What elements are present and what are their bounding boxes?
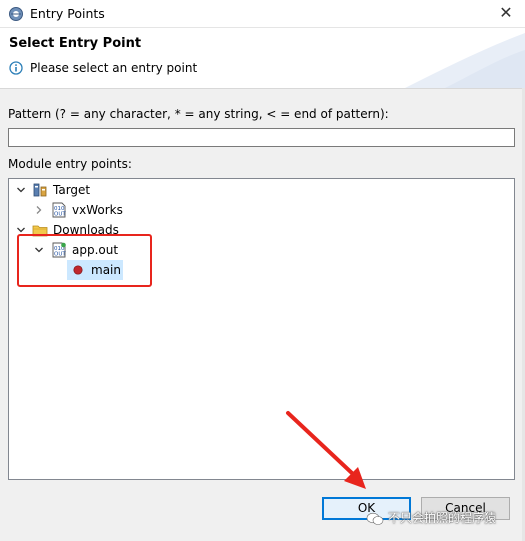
dialog-message: Please select an entry point: [30, 61, 198, 75]
annotation-arrow: [286, 411, 366, 489]
target-icon: [33, 183, 47, 197]
tree-item-label: vxWorks: [72, 203, 123, 217]
pattern-input[interactable]: [8, 128, 515, 147]
watermark: 不只会拍照的程序猿: [366, 509, 496, 527]
module-entry-points-label: Module entry points:: [8, 157, 132, 171]
window-titlebar: Entry Points ✕: [0, 0, 525, 28]
tree-item-label: Target: [53, 183, 91, 197]
tree-item-vxworks[interactable]: 010 OUT vxWorks: [9, 200, 509, 220]
svg-text:OUT: OUT: [54, 212, 66, 218]
app-icon: [9, 7, 23, 21]
header-decoration: [405, 33, 525, 88]
close-button[interactable]: ✕: [495, 3, 517, 23]
close-icon: ✕: [499, 3, 513, 22]
dialog-header: Select Entry Point Please select an entr…: [0, 28, 525, 89]
wechat-icon: [366, 512, 384, 525]
watermark-text: 不只会拍照的程序猿: [388, 511, 497, 525]
chevron-right-icon[interactable]: [33, 204, 45, 216]
chevron-down-icon[interactable]: [15, 184, 27, 196]
dialog-heading: Select Entry Point: [9, 36, 142, 51]
entry-points-tree[interactable]: Target 010 OUT vxWorks Downloads 010 OUT…: [8, 178, 515, 480]
object-file-icon: 010 OUT: [52, 202, 66, 218]
annotation-highlight-box: [17, 234, 152, 287]
window-title: Entry Points: [30, 6, 105, 21]
info-icon: [9, 61, 23, 75]
pattern-label: Pattern (? = any character, * = any stri…: [8, 107, 389, 121]
tree-item-target[interactable]: Target: [9, 180, 509, 200]
